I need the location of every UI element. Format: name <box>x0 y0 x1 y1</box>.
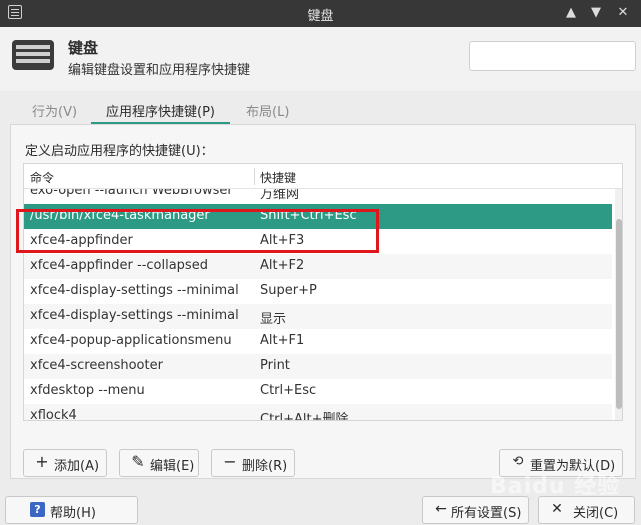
plus-icon: + <box>35 452 49 471</box>
add-button-label: 添加(A) <box>54 459 100 474</box>
row-shortcut: Ctrl+Alt+删除 <box>260 412 349 421</box>
table-row[interactable]: xfce4-popup-applicationsmenu Alt+F1 <box>24 329 612 354</box>
back-arrow-icon: ← <box>435 501 447 517</box>
close-icon: ✕ <box>551 501 563 517</box>
shortcuts-label: 定义启动应用程序的快捷键(U)： <box>25 144 214 159</box>
page-subtitle: 编辑键盘设置和应用程序快捷键 <box>68 63 251 78</box>
row-command: xfce4-display-settings --minimal <box>30 308 239 323</box>
table-body: exo-open --launch WebBrowser 万维网 /usr/bi… <box>24 189 612 421</box>
row-command: xfce4-popup-applicationsmenu <box>30 333 232 348</box>
table-row[interactable]: xfce4-appfinder Alt+F3 <box>24 229 612 254</box>
shortcuts-table[interactable]: 命令 快捷键 exo-open --launch WebBrowser 万维网 … <box>23 163 623 421</box>
all-settings-button[interactable]: ← 所有设置(S) <box>422 496 529 524</box>
table-row[interactable]: xfce4-display-settings --minimal 显示 <box>24 304 612 329</box>
delete-button[interactable]: − 删除(R) <box>211 449 295 477</box>
row-shortcut: 万维网 <box>260 189 300 202</box>
table-row-selected[interactable]: /usr/bin/xfce4-taskmanager Shift+Ctrl+Es… <box>24 204 612 229</box>
close-button[interactable]: ✕ 关闭(C) <box>538 496 635 524</box>
window-title: 键盘 <box>307 9 334 24</box>
keyboard-icon <box>12 40 54 70</box>
reset-default-button[interactable]: ⟲ 重置为默认(D) <box>499 449 623 477</box>
tab-app-shortcuts[interactable]: 应用程序快捷键(P) <box>91 97 230 124</box>
search-input[interactable] <box>469 41 636 71</box>
table-row[interactable]: xfce4-display-settings --minimal Super+P <box>24 279 612 304</box>
close-window-icon[interactable]: ✕ <box>614 4 632 22</box>
shade-up-icon[interactable]: ▲ <box>562 4 580 22</box>
row-shortcut: Ctrl+Esc <box>260 383 317 398</box>
row-command: xfce4-display-settings --minimal <box>30 283 239 298</box>
page-title: 键盘 <box>68 39 99 57</box>
row-command: xfce4-appfinder --collapsed <box>30 258 208 273</box>
table-row[interactable]: xfdesktop --menu Ctrl+Esc <box>24 379 612 404</box>
table-row[interactable]: xfce4-screenshooter Print <box>24 354 612 379</box>
help-icon: ? <box>30 502 45 517</box>
add-button[interactable]: + 添加(A) <box>23 449 107 477</box>
scrollbar-thumb[interactable] <box>616 219 622 409</box>
row-shortcut: 显示 <box>260 312 287 327</box>
table-row[interactable]: xflock4 Ctrl+Alt+删除 <box>24 404 612 421</box>
pencil-icon: ✎ <box>131 452 145 471</box>
table-row[interactable]: exo-open --launch WebBrowser 万维网 <box>24 189 612 204</box>
row-command: /usr/bin/xfce4-taskmanager <box>30 208 210 223</box>
reset-button-label: 重置为默认(D) <box>530 459 616 474</box>
table-scrollbar[interactable] <box>615 189 622 420</box>
minus-icon: − <box>223 452 237 471</box>
row-shortcut: Alt+F1 <box>260 333 305 348</box>
table-header: 命令 快捷键 <box>24 164 622 189</box>
column-header-shortcut[interactable]: 快捷键 <box>260 169 296 186</box>
row-command: xfce4-screenshooter <box>30 358 163 373</box>
edit-button-label: 编辑(E) <box>150 459 195 474</box>
help-button-label: 帮助(H) <box>50 506 96 521</box>
row-shortcut: Super+P <box>260 283 317 298</box>
tab-bar: 行为(V) 应用程序快捷键(P) 布局(L) <box>10 97 636 124</box>
close-button-label: 关闭(C) <box>573 506 619 521</box>
table-row[interactable]: xfce4-appfinder --collapsed Alt+F2 <box>24 254 612 279</box>
edit-button[interactable]: ✎ 编辑(E) <box>119 449 199 477</box>
window-titlebar: 键盘 ▲ ▼ ✕ <box>0 0 641 27</box>
settings-header: 键盘 编辑键盘设置和应用程序快捷键 <box>0 27 641 91</box>
row-shortcut: Shift+Ctrl+Esc <box>260 208 357 223</box>
help-button[interactable]: ? 帮助(H) <box>5 496 138 524</box>
column-divider <box>254 168 255 185</box>
row-shortcut: Alt+F3 <box>260 233 305 248</box>
minimize-icon[interactable]: ▼ <box>587 4 605 22</box>
row-command: xfce4-appfinder <box>30 233 133 248</box>
delete-button-label: 删除(R) <box>242 459 288 474</box>
tab-layout[interactable]: 布局(L) <box>246 97 289 124</box>
column-header-command[interactable]: 命令 <box>30 169 54 186</box>
shortcuts-panel: 定义启动应用程序的快捷键(U)： 命令 快捷键 exo-open --launc… <box>10 124 636 479</box>
row-command: xflock4 <box>30 408 77 421</box>
row-shortcut: Print <box>260 358 290 373</box>
row-shortcut: Alt+F2 <box>260 258 305 273</box>
reset-icon: ⟲ <box>512 454 524 469</box>
tab-behavior[interactable]: 行为(V) <box>32 97 77 124</box>
row-command: exo-open --launch WebBrowser <box>30 189 233 198</box>
row-command: xfdesktop --menu <box>30 383 145 398</box>
all-settings-label: 所有设置(S) <box>451 506 522 521</box>
